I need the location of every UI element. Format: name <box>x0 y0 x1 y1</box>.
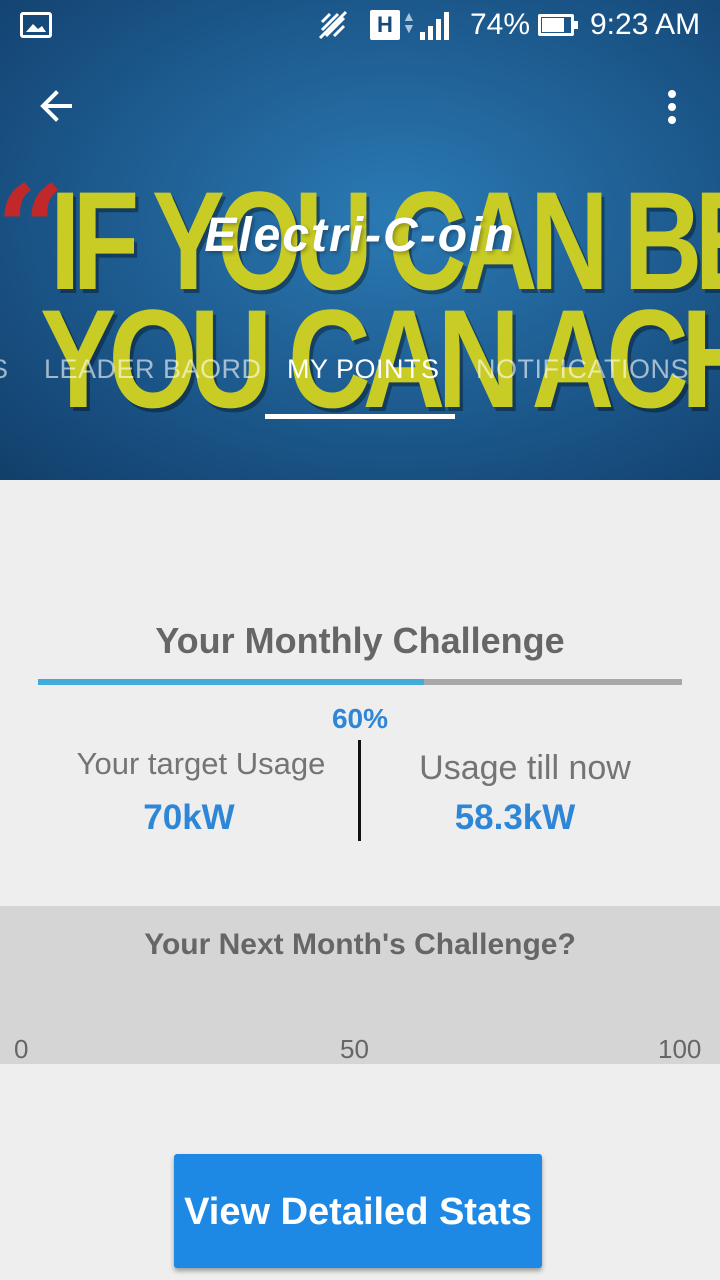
battery-percent: 74% <box>470 8 531 41</box>
active-tab-indicator <box>265 414 455 419</box>
screen: “ IF YOU CAN BELIEV YOU CAN ACHIEV H ▲▼ … <box>0 0 720 1280</box>
signal-icon <box>420 10 454 40</box>
network-h-icon: H <box>370 10 400 40</box>
challenge-progress-bar <box>38 679 682 685</box>
target-usage-value: 70kW <box>143 798 235 837</box>
challenge-progress-fill <box>38 679 425 685</box>
current-usage-label: Usage till now <box>419 749 631 787</box>
current-usage-value: 58.3kW <box>454 798 576 837</box>
next-month-challenge-panel: Your Next Month's Challenge? 0 50 100 <box>0 906 720 1064</box>
tab-my-points[interactable]: MY POINTS <box>287 346 440 396</box>
header-banner: “ IF YOU CAN BELIEV YOU CAN ACHIEV H ▲▼ … <box>0 0 720 480</box>
next-month-challenge-title: Your Next Month's Challenge? <box>144 928 576 961</box>
vertical-divider <box>358 740 361 841</box>
scale-label-mid: 50 <box>340 1034 369 1064</box>
tab-notifications[interactable]: NOTIFICATIONS <box>476 346 689 396</box>
battery-icon <box>538 14 578 36</box>
arrow-back-icon[interactable] <box>36 86 76 126</box>
scale-label-max: 100 <box>658 1034 702 1064</box>
view-detailed-stats-button[interactable]: View Detailed Stats <box>174 1154 542 1268</box>
challenge-progress-label: 60% <box>331 703 389 734</box>
gallery-icon <box>20 12 52 38</box>
mute-icon <box>316 8 350 42</box>
tab-bar: S LEADER BAORD MY POINTS NOTIFICATIONS <box>0 346 720 396</box>
scale-label-min: 0 <box>14 1034 29 1064</box>
monthly-challenge-title: Your Monthly Challenge <box>155 620 565 661</box>
tab-previous[interactable]: S <box>0 346 9 396</box>
more-vert-icon[interactable] <box>662 88 682 126</box>
app-title: Electri-C-oin <box>204 209 516 262</box>
target-usage-label: Your target Usage <box>76 746 326 781</box>
clock: 9:23 AM <box>590 8 701 41</box>
tab-leader-board[interactable]: LEADER BAORD <box>44 346 262 396</box>
data-arrows-icon: ▲ ▼ <box>402 8 416 36</box>
status-bar: H ▲ ▼ 74% 9:23 AM <box>0 0 720 50</box>
